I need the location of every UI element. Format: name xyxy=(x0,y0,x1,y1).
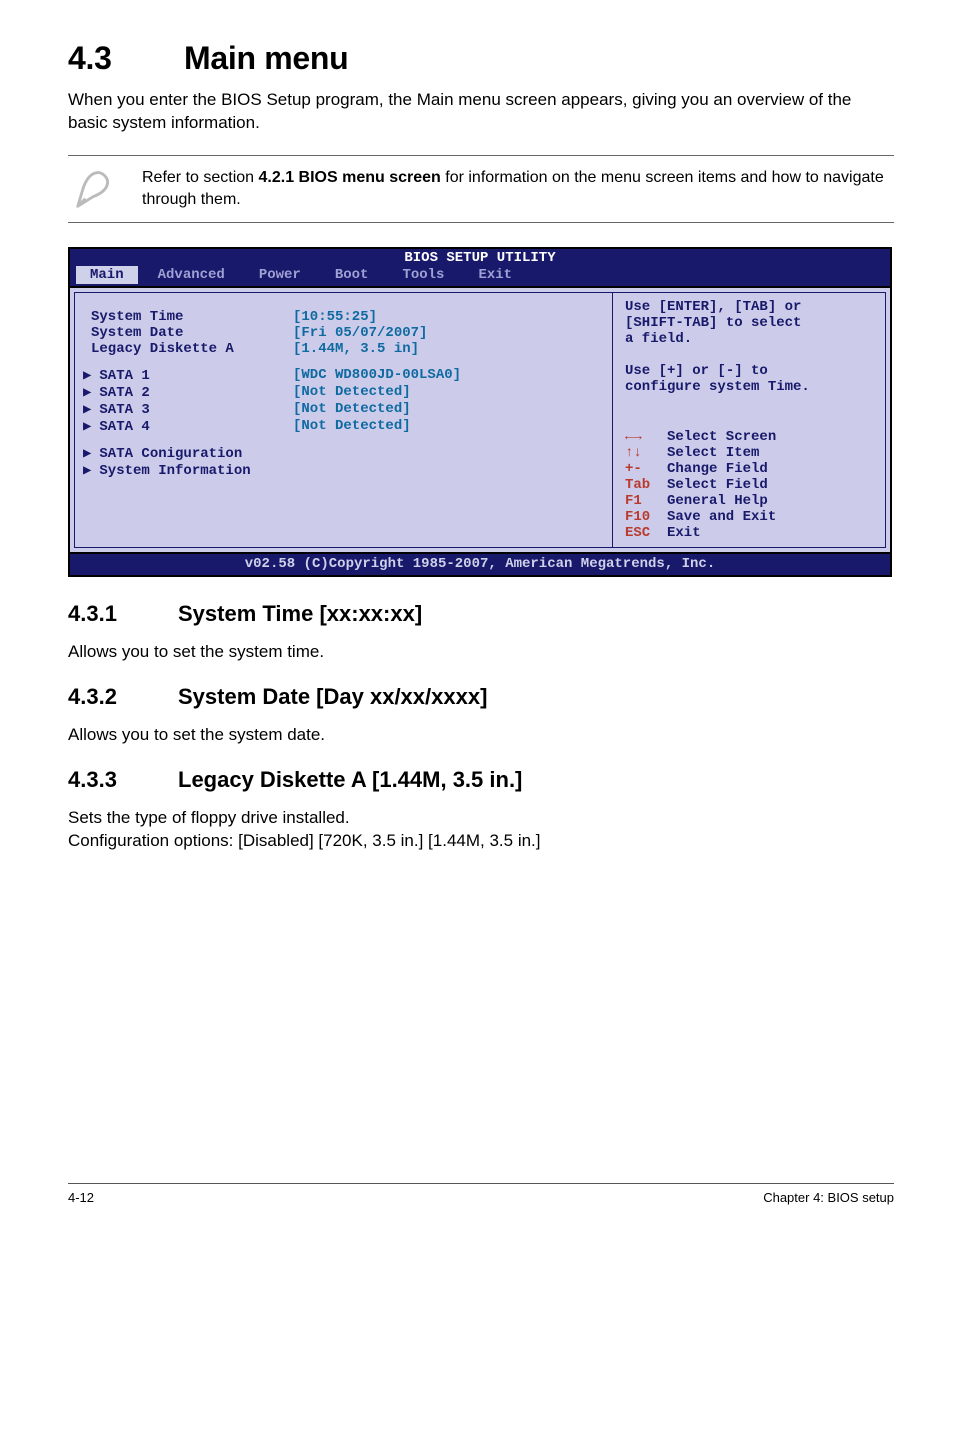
bios-row-sata3[interactable]: ▶ SATA 3 [Not Detected] xyxy=(83,401,604,418)
bios-menu-main[interactable]: Main xyxy=(76,266,138,284)
help-line: [SHIFT-TAB] to select xyxy=(625,315,875,331)
legend-text: Change Field xyxy=(667,461,768,477)
legend-sym: ←→ xyxy=(625,429,667,445)
bios-row-sata-config[interactable]: ▶ SATA Coniguration xyxy=(83,445,604,462)
section-title: System Time [xx:xx:xx] xyxy=(178,601,422,626)
legend-sym: ESC xyxy=(625,525,667,541)
section-body-line: Sets the type of floppy drive installed. xyxy=(68,808,350,827)
row-value: [Not Detected] xyxy=(293,401,604,418)
help-line: configure system Time. xyxy=(625,379,875,395)
section-number: 4.3.2 xyxy=(68,684,178,710)
bios-row-sata4[interactable]: ▶ SATA 4 [Not Detected] xyxy=(83,418,604,435)
bios-row-sata1[interactable]: ▶ SATA 1 [WDC WD800JD-00LSA0] xyxy=(83,367,604,384)
row-label: System Date xyxy=(91,325,183,341)
section-body-432: Allows you to set the system date. xyxy=(68,724,894,747)
row-label: SATA Coniguration xyxy=(99,446,242,462)
row-value: [Not Detected] xyxy=(293,384,604,401)
bios-help-pane: Use [ENTER], [TAB] or [SHIFT-TAB] to sel… xyxy=(612,292,886,548)
triangle-right-icon: ▶ xyxy=(83,401,91,418)
section-heading-431: 4.3.1System Time [xx:xx:xx] xyxy=(68,601,894,627)
row-label: System Time xyxy=(91,309,183,325)
bios-left-pane: System Time [10:55:25] System Date [Fri … xyxy=(74,292,612,548)
legend-sym: ↑↓ xyxy=(625,445,667,461)
note-block: Refer to section 4.2.1 BIOS menu screen … xyxy=(68,155,894,223)
row-label: System Information xyxy=(99,463,250,479)
bios-copyright: v02.58 (C)Copyright 1985-2007, American … xyxy=(70,552,890,575)
bios-title: BIOS SETUP UTILITY xyxy=(70,249,890,266)
bios-menubar[interactable]: Main Advanced Power Boot Tools Exit xyxy=(70,266,890,286)
section-body-431: Allows you to set the system time. xyxy=(68,641,894,664)
triangle-right-icon: ▶ xyxy=(83,445,91,462)
bios-menu-boot[interactable]: Boot xyxy=(321,266,383,284)
bios-row-system-info[interactable]: ▶ System Information xyxy=(83,462,604,479)
help-line: Use [ENTER], [TAB] or xyxy=(625,299,875,315)
triangle-right-icon: ▶ xyxy=(83,384,91,401)
legend-text: Exit xyxy=(667,525,701,541)
row-value: [WDC WD800JD-00LSA0] xyxy=(293,367,604,384)
bios-menu-power[interactable]: Power xyxy=(245,266,315,284)
row-value[interactable]: [Fri 05/07/2007] xyxy=(293,325,604,341)
pencil-icon xyxy=(72,166,118,212)
bios-row-legacy-diskette[interactable]: Legacy Diskette A [1.44M, 3.5 in] xyxy=(83,341,604,357)
row-label: SATA 1 xyxy=(99,368,149,384)
row-label: SATA 2 xyxy=(99,385,149,401)
legend-sym: +- xyxy=(625,461,667,477)
bios-menu-tools[interactable]: Tools xyxy=(388,266,458,284)
row-value: [Not Detected] xyxy=(293,418,604,435)
help-line: a field. xyxy=(625,331,875,347)
bios-menu-advanced[interactable]: Advanced xyxy=(144,266,239,284)
triangle-right-icon: ▶ xyxy=(83,462,91,479)
bios-panel: BIOS SETUP UTILITY Main Advanced Power B… xyxy=(68,247,892,577)
legend-text: Select Item xyxy=(667,445,759,461)
section-number: 4.3.1 xyxy=(68,601,178,627)
page-footer: 4-12 Chapter 4: BIOS setup xyxy=(68,1183,894,1205)
heading-number: 4.3 xyxy=(68,40,184,77)
row-label: SATA 3 xyxy=(99,402,149,418)
section-heading-432: 4.3.2System Date [Day xx/xx/xxxx] xyxy=(68,684,894,710)
footer-chapter: Chapter 4: BIOS setup xyxy=(763,1190,894,1205)
triangle-right-icon: ▶ xyxy=(83,367,91,384)
section-body-433: Sets the type of floppy drive installed.… xyxy=(68,807,894,853)
footer-page-number: 4-12 xyxy=(68,1190,94,1205)
triangle-right-icon: ▶ xyxy=(83,418,91,435)
bios-row-system-time[interactable]: System Time [10:55:25] xyxy=(83,309,604,325)
legend-text: Select Screen xyxy=(667,429,776,445)
note-bold: 4.2.1 BIOS menu screen xyxy=(259,169,441,186)
section-title: Legacy Diskette A [1.44M, 3.5 in.] xyxy=(178,767,522,792)
bios-legend: ←→Select Screen ↑↓Select Item +-Change F… xyxy=(625,429,875,541)
bios-row-sata2[interactable]: ▶ SATA 2 [Not Detected] xyxy=(83,384,604,401)
row-value[interactable]: [1.44M, 3.5 in] xyxy=(293,341,604,357)
bios-row-system-date[interactable]: System Date [Fri 05/07/2007] xyxy=(83,325,604,341)
note-prefix: Refer to section xyxy=(142,169,259,186)
row-value[interactable]: [10:55:25] xyxy=(293,309,604,325)
intro-paragraph: When you enter the BIOS Setup program, t… xyxy=(68,89,894,135)
page-heading: 4.3Main menu xyxy=(68,40,894,77)
section-heading-433: 4.3.3Legacy Diskette A [1.44M, 3.5 in.] xyxy=(68,767,894,793)
legend-sym: Tab xyxy=(625,477,667,493)
legend-text: Select Field xyxy=(667,477,768,493)
legend-sym: F1 xyxy=(625,493,667,509)
section-number: 4.3.3 xyxy=(68,767,178,793)
row-label: SATA 4 xyxy=(99,419,149,435)
note-text: Refer to section 4.2.1 BIOS menu screen … xyxy=(142,167,890,210)
legend-text: Save and Exit xyxy=(667,509,776,525)
help-line: Use [+] or [-] to xyxy=(625,363,875,379)
bios-help-text: Use [ENTER], [TAB] or [SHIFT-TAB] to sel… xyxy=(625,299,875,395)
legend-sym: F10 xyxy=(625,509,667,525)
legend-text: General Help xyxy=(667,493,768,509)
heading-text: Main menu xyxy=(184,40,348,76)
bios-menu-exit[interactable]: Exit xyxy=(464,266,526,284)
row-label: Legacy Diskette A xyxy=(91,341,234,357)
section-title: System Date [Day xx/xx/xxxx] xyxy=(178,684,487,709)
section-body-line: Configuration options: [Disabled] [720K,… xyxy=(68,831,541,850)
